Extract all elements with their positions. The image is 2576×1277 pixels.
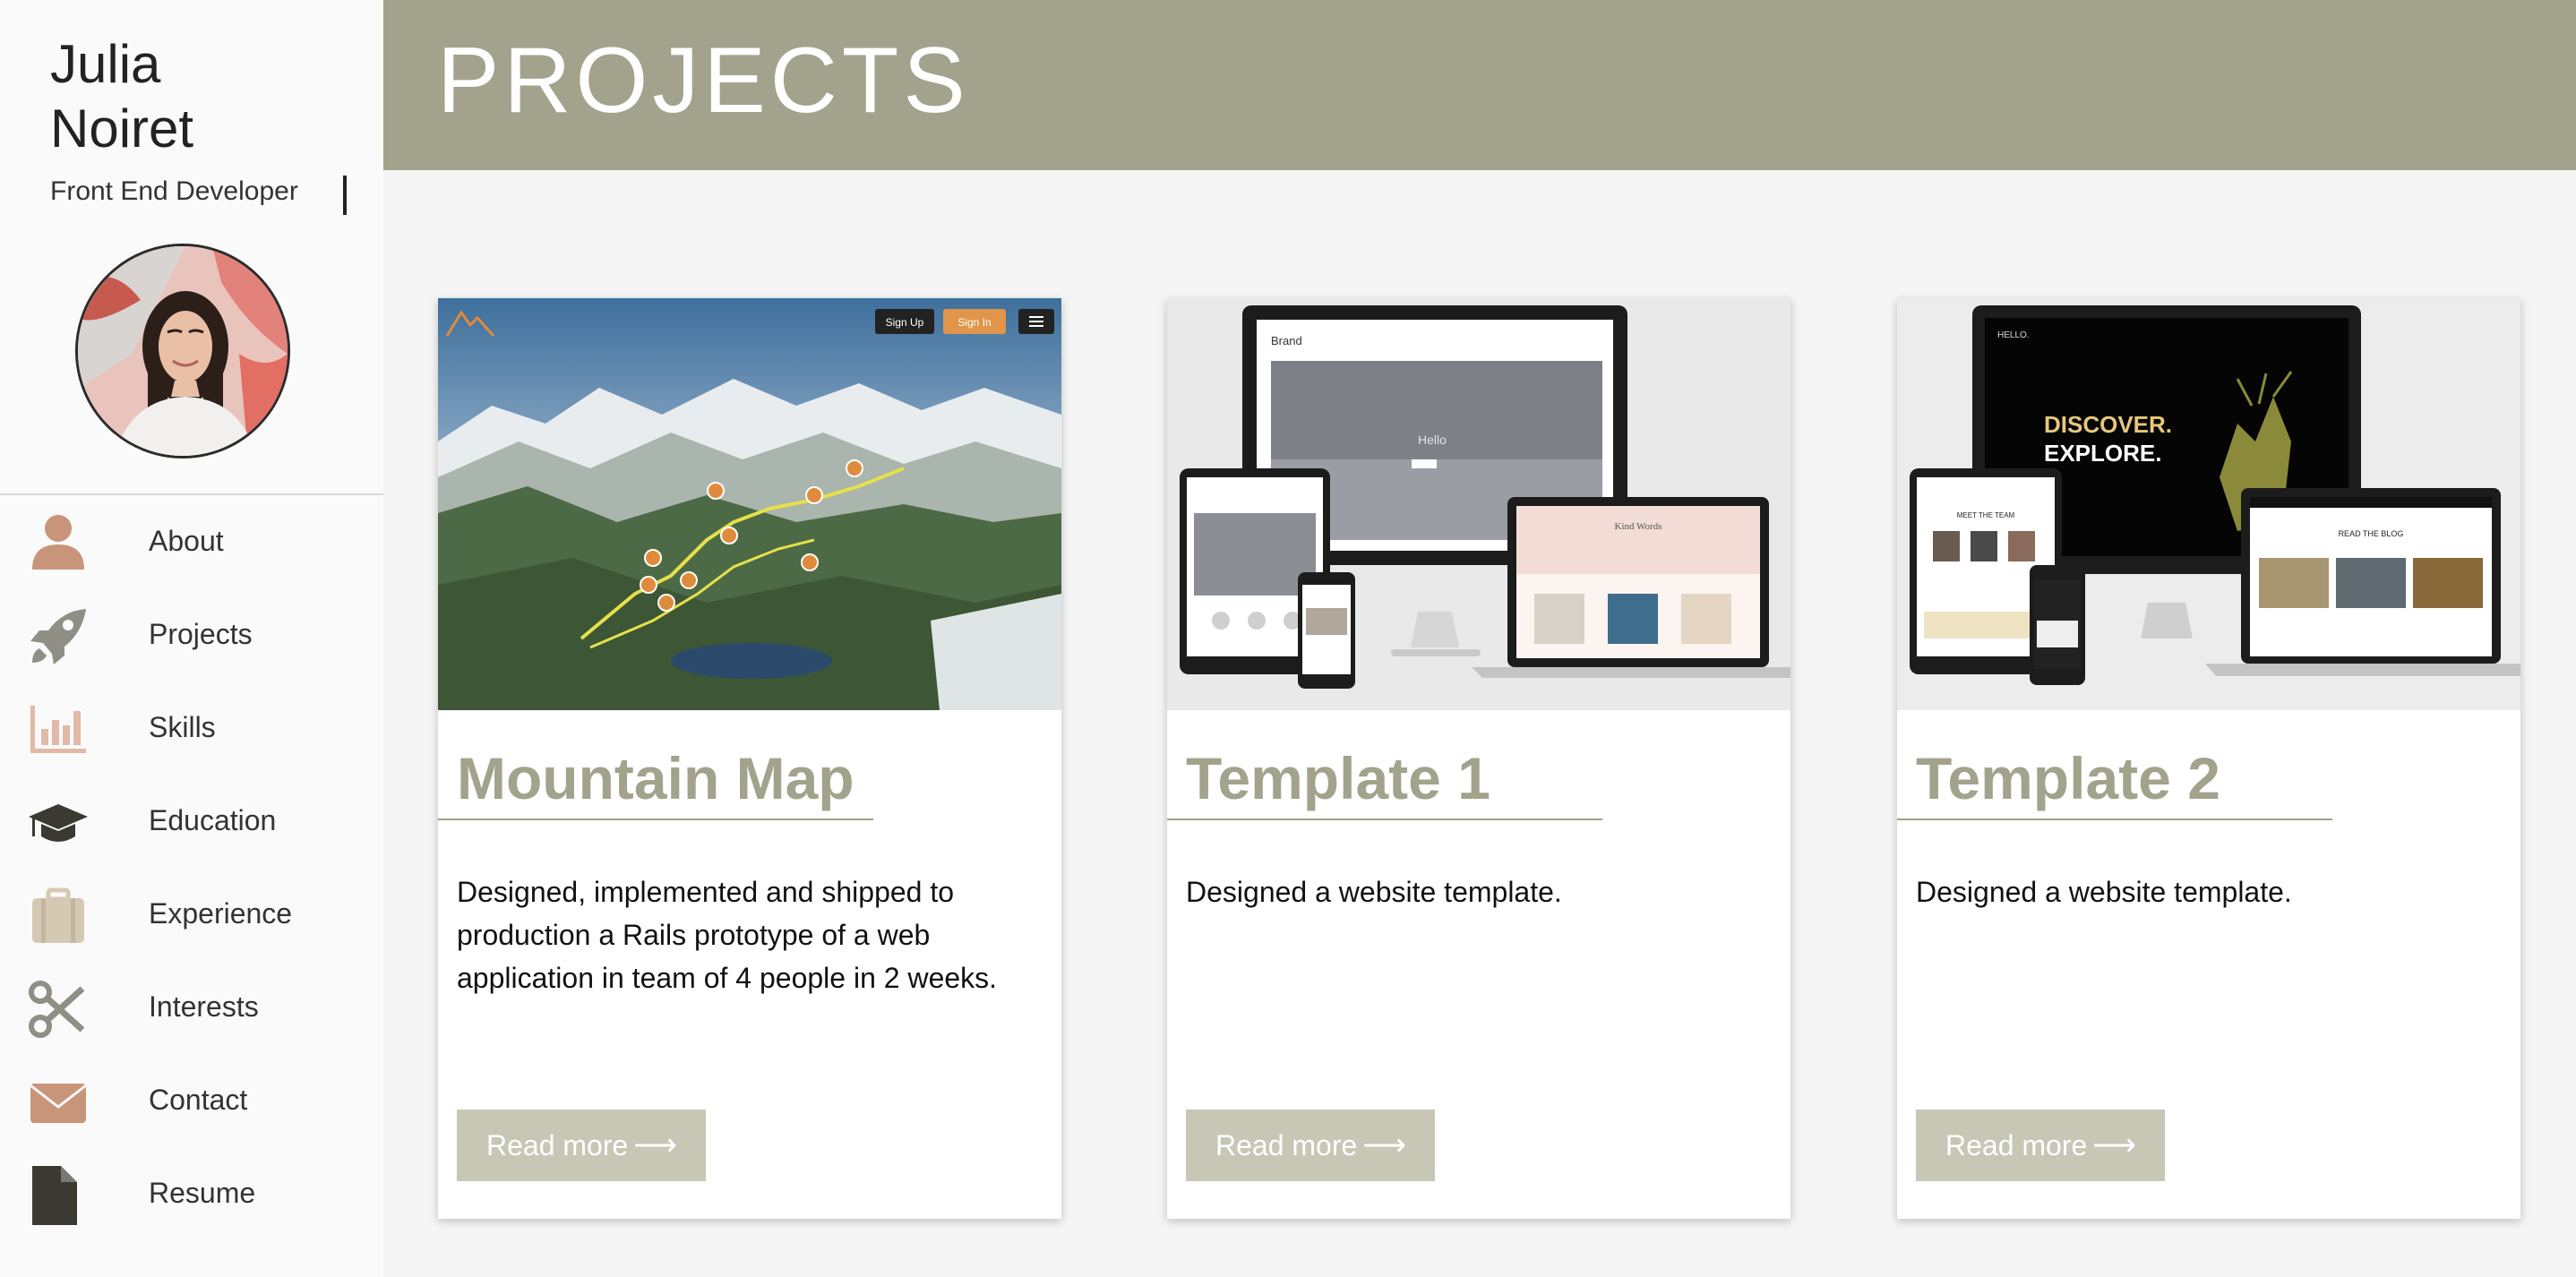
briefcase-icon — [27, 887, 90, 946]
first-name: Julia — [50, 34, 161, 94]
title-underline — [438, 818, 873, 820]
avatar-photo — [78, 246, 288, 456]
read-more-label: Read more — [486, 1128, 629, 1161]
project-card-template-1: Brand Hello Kind Words Template 1 Design… — [1167, 298, 1790, 1219]
project-title: Mountain Map — [457, 745, 854, 811]
typing-cursor — [343, 176, 347, 215]
project-card-mountain-map: Sign Up Sign In Mountain Map Designed, i… — [438, 298, 1061, 1219]
read-more-label: Read more — [1215, 1128, 1358, 1161]
sidebar: Julia Noiret Front End Developer About P… — [0, 0, 383, 1277]
project-description: Designed a website template. — [1916, 876, 2292, 908]
title-underline — [1167, 818, 1602, 820]
nav-item-skills[interactable]: Skills — [0, 682, 383, 776]
preview-read-blog: READ THE BLOG — [2339, 529, 2404, 538]
graduation-cap-icon — [27, 793, 90, 853]
scissors-icon — [27, 980, 90, 1039]
nav-item-resume[interactable]: Resume — [0, 1148, 383, 1241]
preview-brand: Brand — [1271, 334, 1302, 347]
nav-label: Education — [149, 804, 277, 836]
read-more-label: Read more — [1945, 1128, 2088, 1161]
project-preview-image: Sign Up Sign In — [438, 298, 1061, 710]
profile-name: Julia Noiret — [50, 32, 193, 161]
avatar — [75, 244, 290, 459]
title-underline — [1897, 818, 2332, 820]
profile-role: Front End Developer — [50, 176, 298, 206]
nav-label: Skills — [149, 711, 216, 743]
preview-kind-words: Kind Words — [1615, 521, 1662, 532]
preview-hello-label: HELLO. — [1997, 330, 2030, 340]
page-header: PROJECTS — [383, 0, 2576, 170]
preview-hello: Hello — [1418, 433, 1447, 447]
nav-label: About — [149, 525, 224, 557]
project-description: Designed a website template. — [1186, 876, 1562, 908]
sidebar-nav: About Projects Skills Education Experien… — [0, 496, 383, 1241]
read-more-button[interactable]: Read more ⟶ — [1186, 1110, 1435, 1181]
document-icon — [27, 1166, 90, 1225]
nav-item-interests[interactable]: Interests — [0, 962, 383, 1055]
read-more-button[interactable]: Read more ⟶ — [1916, 1110, 2165, 1181]
nav-item-projects[interactable]: Projects — [0, 589, 383, 682]
project-title: Template 1 — [1186, 745, 1490, 811]
arrow-right-icon: ⟶ — [633, 1128, 677, 1162]
sidebar-divider — [0, 493, 383, 495]
nav-item-experience[interactable]: Experience — [0, 869, 383, 962]
project-preview-image: Brand Hello Kind Words — [1167, 298, 1790, 710]
preview-sign-in: Sign In — [957, 316, 991, 329]
nav-label: Resume — [149, 1177, 256, 1209]
arrow-right-icon: ⟶ — [2092, 1128, 2136, 1162]
arrow-right-icon: ⟶ — [1362, 1128, 1406, 1162]
project-description: Designed, implemented and shipped to pro… — [457, 876, 998, 994]
nav-label: Projects — [149, 618, 253, 650]
page-title: PROJECTS — [437, 29, 970, 133]
project-preview-image: HELLO. DISCOVER. EXPLORE. MEET THE TEAM … — [1897, 298, 2520, 710]
nav-label: Experience — [149, 897, 293, 930]
bar-chart-icon — [27, 700, 90, 759]
preview-meet-team: MEET THE TEAM — [1957, 511, 2015, 519]
nav-label: Contact — [149, 1084, 248, 1116]
preview-explore: EXPLORE. — [2044, 440, 2161, 467]
envelope-icon — [27, 1073, 90, 1132]
rocket-icon — [27, 607, 90, 666]
nav-label: Interests — [149, 990, 259, 1023]
project-card-template-2: HELLO. DISCOVER. EXPLORE. MEET THE TEAM … — [1897, 298, 2520, 1219]
read-more-button[interactable]: Read more ⟶ — [457, 1110, 706, 1181]
preview-sign-up: Sign Up — [886, 316, 924, 329]
nav-item-contact[interactable]: Contact — [0, 1055, 383, 1148]
nav-item-education[interactable]: Education — [0, 776, 383, 869]
last-name: Noiret — [50, 99, 194, 159]
person-icon — [27, 514, 90, 573]
preview-discover: DISCOVER. — [2044, 411, 2172, 438]
project-title: Template 2 — [1916, 745, 2220, 811]
nav-item-about[interactable]: About — [0, 496, 383, 589]
